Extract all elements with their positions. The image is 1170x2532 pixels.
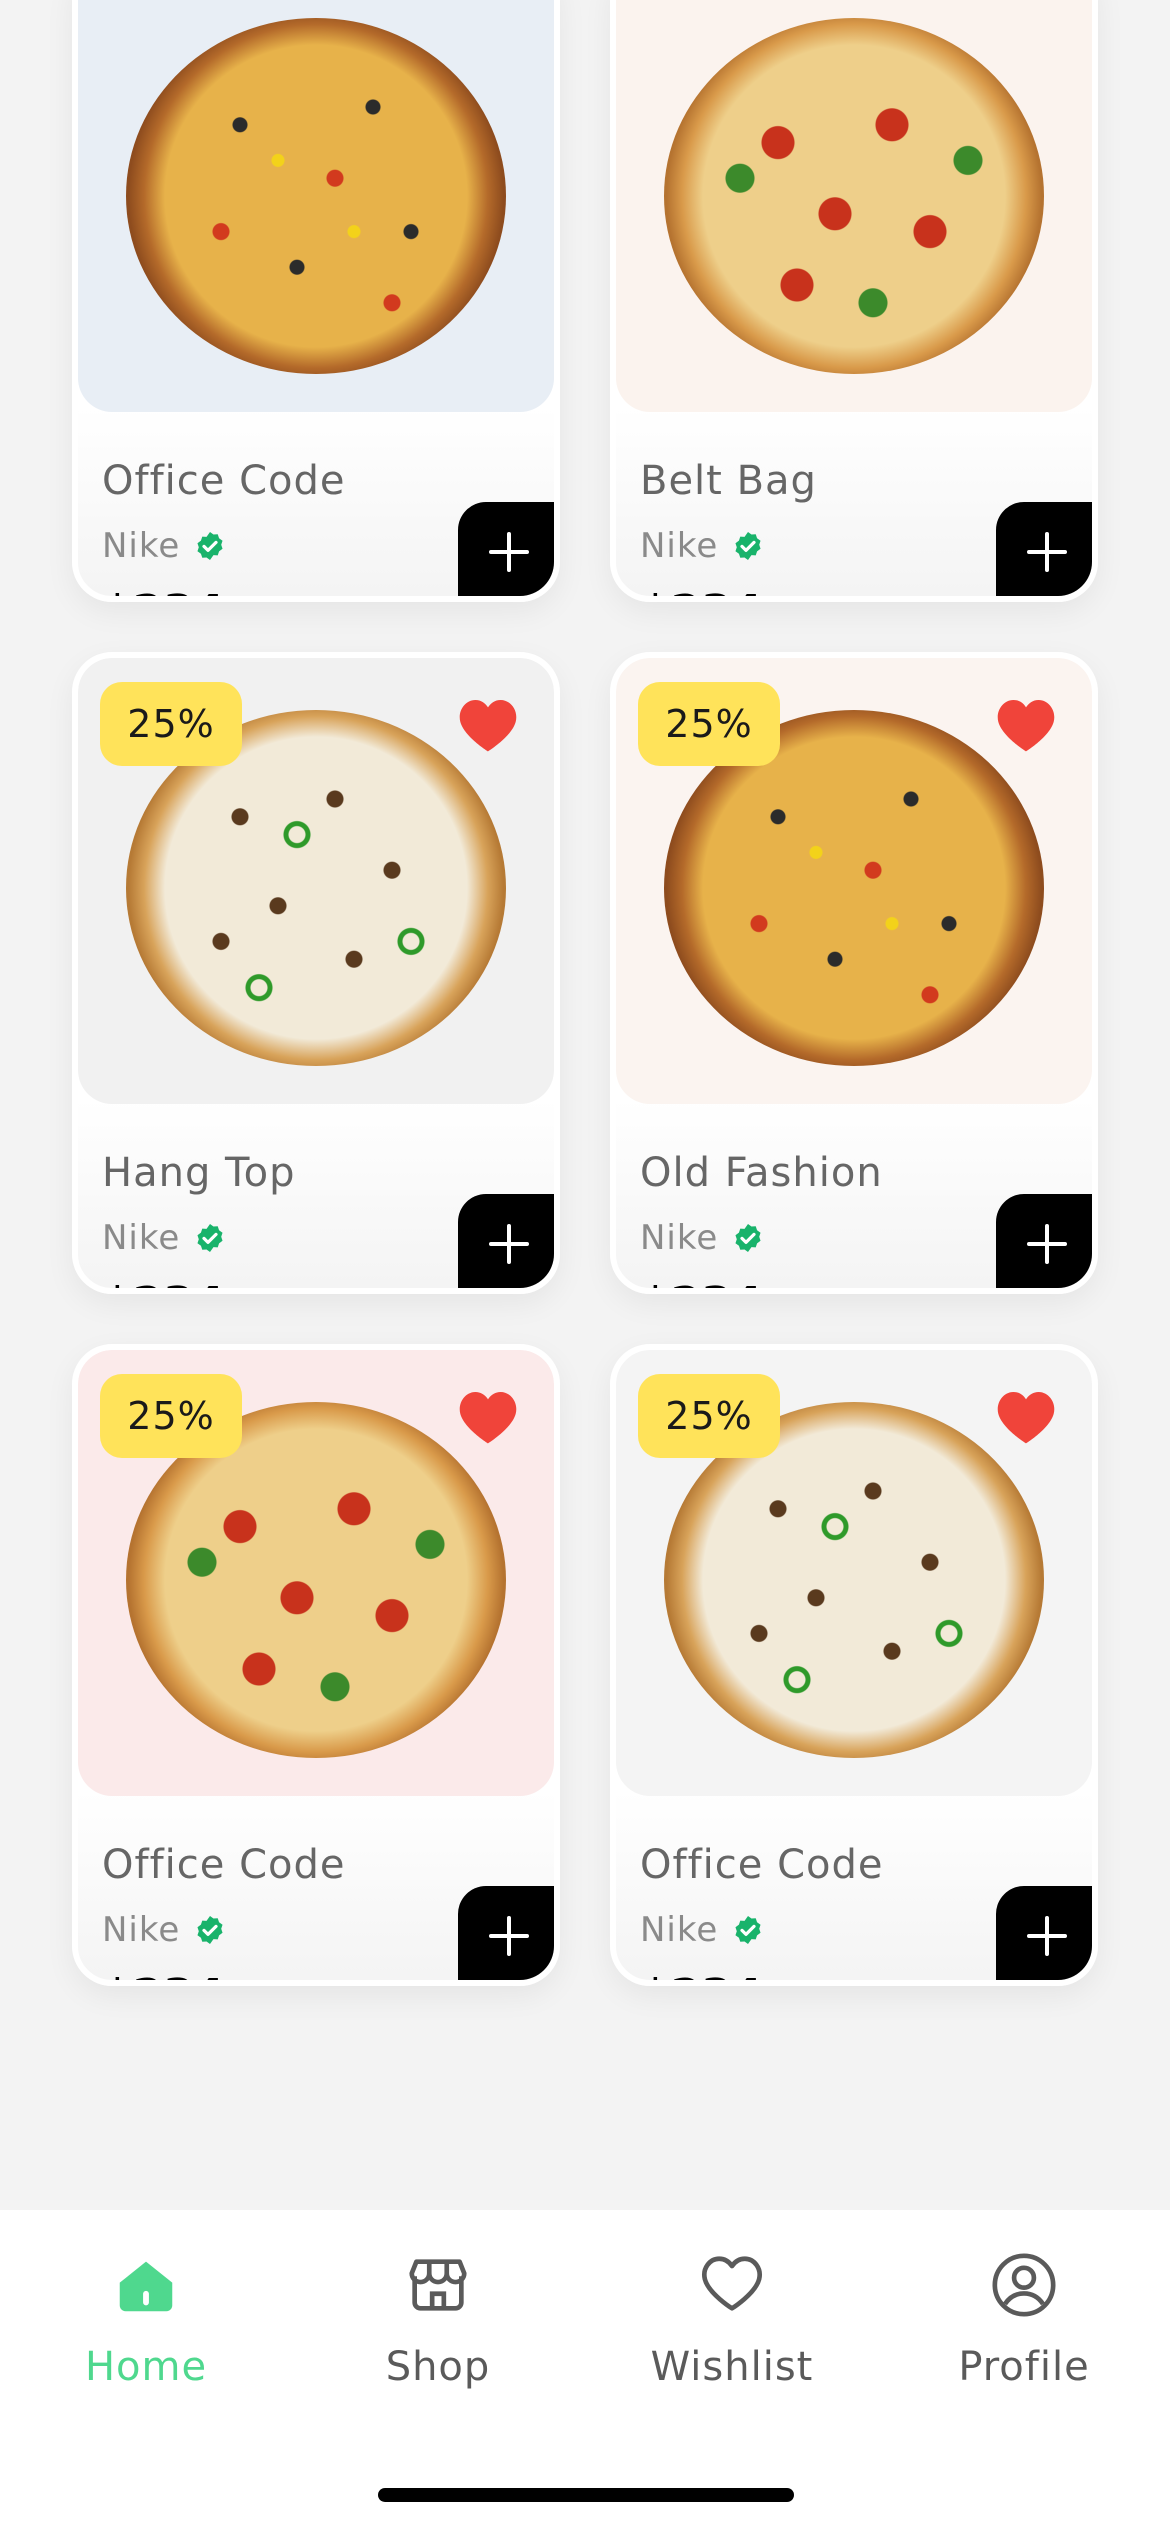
verified-badge-icon bbox=[197, 532, 223, 560]
product-price: $234 bbox=[640, 586, 762, 596]
product-card[interactable]: 25% Office Code Nike $234 bbox=[72, 1344, 560, 1986]
nav-label-home: Home bbox=[84, 2344, 208, 2390]
heart-outline-icon bbox=[702, 2256, 762, 2311]
product-title: Office Code bbox=[640, 1842, 884, 1888]
product-title: Hang Top bbox=[102, 1150, 296, 1196]
product-image-area: 25% bbox=[616, 658, 1092, 1104]
product-image-area: 25% bbox=[616, 1350, 1092, 1796]
add-to-cart-button[interactable] bbox=[458, 502, 554, 596]
nav-item-wishlist[interactable]: Wishlist bbox=[612, 2250, 852, 2420]
brand-row: Nike bbox=[640, 1910, 764, 1950]
product-price: $234 bbox=[102, 1278, 224, 1288]
product-brand: Nike bbox=[102, 1910, 181, 1950]
product-brand: Nike bbox=[640, 1218, 719, 1258]
heart-icon[interactable] bbox=[456, 696, 520, 754]
user-circle-icon bbox=[992, 2253, 1056, 2317]
shop-icon bbox=[409, 2259, 467, 2311]
plus-icon bbox=[489, 1916, 529, 1956]
plus-icon bbox=[489, 1224, 529, 1264]
plus-icon bbox=[1027, 1916, 1067, 1956]
product-price: $234 bbox=[102, 1970, 224, 1980]
add-to-cart-button[interactable] bbox=[458, 1194, 554, 1288]
discount-badge: 25% bbox=[638, 1374, 780, 1458]
add-to-cart-button[interactable] bbox=[996, 1194, 1092, 1288]
product-image-area bbox=[78, 0, 554, 412]
discount-badge: 25% bbox=[100, 682, 242, 766]
heart-icon[interactable] bbox=[456, 1388, 520, 1446]
brand-row: Nike bbox=[640, 526, 764, 566]
plus-icon bbox=[1027, 532, 1067, 572]
product-title: Office Code bbox=[102, 458, 346, 504]
brand-row: Nike bbox=[102, 526, 226, 566]
product-price: $234 bbox=[640, 1278, 762, 1288]
product-price: $234 bbox=[102, 586, 224, 596]
product-image bbox=[664, 18, 1044, 374]
product-image-area: 25% bbox=[78, 1350, 554, 1796]
home-indicator bbox=[378, 2488, 794, 2502]
brand-row: Nike bbox=[102, 1218, 226, 1258]
product-card[interactable]: Belt Bag Nike $234 bbox=[610, 0, 1098, 602]
product-title: Old Fashion bbox=[640, 1150, 883, 1196]
verified-badge-icon bbox=[197, 1916, 223, 1944]
product-image-area: 25% bbox=[78, 658, 554, 1104]
nav-label-shop: Shop bbox=[385, 2344, 491, 2390]
discount-badge: 25% bbox=[638, 682, 780, 766]
product-image bbox=[126, 18, 506, 374]
add-to-cart-button[interactable] bbox=[458, 1886, 554, 1980]
brand-row: Nike bbox=[102, 1910, 226, 1950]
verified-badge-icon bbox=[197, 1224, 223, 1252]
product-card[interactable]: 25% Office Code Nike $234 bbox=[610, 1344, 1098, 1986]
product-brand: Nike bbox=[640, 1910, 719, 1950]
plus-icon bbox=[1027, 1224, 1067, 1264]
verified-badge-icon bbox=[735, 1224, 761, 1252]
nav-item-profile[interactable]: Profile bbox=[904, 2250, 1144, 2420]
product-image-area bbox=[616, 0, 1092, 412]
nav-label-profile: Profile bbox=[958, 2344, 1090, 2390]
brand-row: Nike bbox=[640, 1218, 764, 1258]
add-to-cart-button[interactable] bbox=[996, 1886, 1092, 1980]
product-brand: Nike bbox=[102, 1218, 181, 1258]
heart-icon[interactable] bbox=[994, 696, 1058, 754]
product-card[interactable]: 25% Old Fashion Nike $234 bbox=[610, 652, 1098, 1294]
product-brand: Nike bbox=[640, 526, 719, 566]
verified-badge-icon bbox=[735, 1916, 761, 1944]
product-brand: Nike bbox=[102, 526, 181, 566]
product-title: Belt Bag bbox=[640, 458, 817, 504]
nav-item-shop[interactable]: Shop bbox=[318, 2250, 558, 2420]
product-card[interactable]: Office Code Nike $234 bbox=[72, 0, 560, 602]
product-price: $234 bbox=[640, 1970, 762, 1980]
nav-item-home[interactable]: Home bbox=[26, 2250, 266, 2420]
bottom-navigation: Home Shop Wishlist Profile bbox=[0, 2210, 1170, 2532]
discount-badge: 25% bbox=[100, 1374, 242, 1458]
product-title: Office Code bbox=[102, 1842, 346, 1888]
plus-icon bbox=[489, 532, 529, 572]
home-icon bbox=[119, 2261, 173, 2312]
nav-label-wishlist: Wishlist bbox=[650, 2344, 814, 2390]
heart-icon[interactable] bbox=[994, 1388, 1058, 1446]
add-to-cart-button[interactable] bbox=[996, 502, 1092, 596]
product-card[interactable]: 25% Hang Top Nike $234 bbox=[72, 652, 560, 1294]
verified-badge-icon bbox=[735, 532, 761, 560]
